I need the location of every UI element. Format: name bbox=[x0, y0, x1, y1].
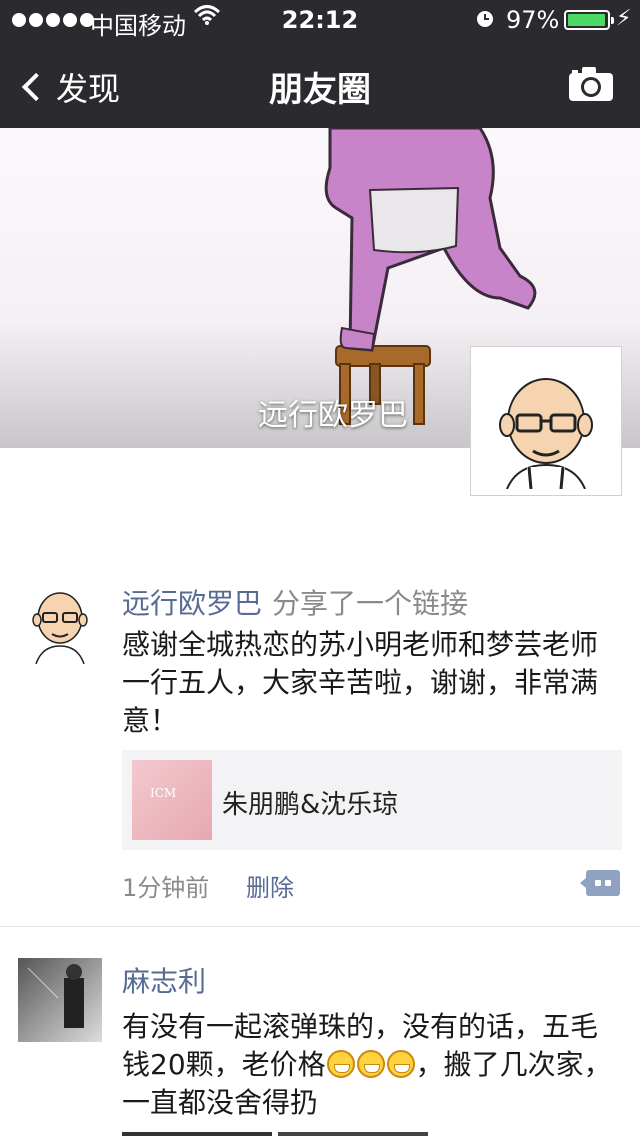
grin-emoji-icon bbox=[356, 1050, 385, 1078]
grin-emoji-icon bbox=[326, 1050, 355, 1078]
link-title: 朱朋鹏&沈乐琼 bbox=[222, 790, 399, 820]
post-nickname[interactable]: 麻志利 bbox=[122, 960, 206, 1000]
bald-man-avatar-icon bbox=[477, 353, 615, 490]
shared-link-card[interactable]: ICM 朱朋鹏&沈乐琼 bbox=[122, 750, 622, 850]
photo-avatar-icon bbox=[18, 958, 102, 1042]
nickname-text[interactable]: 远行欧罗巴 bbox=[122, 587, 262, 620]
alarm-icon bbox=[477, 11, 493, 27]
bald-man-avatar-icon bbox=[18, 580, 102, 664]
post-time: 1分钟前 bbox=[122, 874, 210, 902]
post-photo[interactable] bbox=[122, 1132, 272, 1136]
status-bar: 中国移动 22:12 97% ⚡ bbox=[0, 0, 640, 40]
my-avatar[interactable] bbox=[470, 346, 622, 496]
post-avatar[interactable] bbox=[18, 958, 102, 1042]
link-thumbnail-text: ICM bbox=[150, 786, 177, 800]
charging-bolt-icon: ⚡ bbox=[616, 6, 632, 31]
post-photo[interactable] bbox=[278, 1132, 428, 1136]
post-nickname[interactable]: 远行欧罗巴 分享了一个链接 bbox=[122, 582, 468, 622]
nav-bar: 发现 朋友圈 bbox=[0, 40, 640, 128]
post-text: 有没有一起滚弹珠的，没有的话，五毛钱20颗，老价格 ，搬了几次家，一直都没舍得扔 bbox=[122, 1008, 612, 1122]
comment-menu-icon[interactable] bbox=[580, 870, 620, 896]
top-bar: 中国移动 22:12 97% ⚡ 发现 朋友圈 bbox=[0, 0, 640, 128]
post-text: 感谢全城热恋的苏小明老师和梦芸老师一行五人，大家辛苦啦，谢谢，非常满意！ bbox=[122, 628, 599, 737]
post-avatar[interactable] bbox=[18, 580, 102, 664]
post-action-text: 分享了一个链接 bbox=[272, 587, 469, 620]
grin-emoji-icon bbox=[386, 1050, 415, 1078]
battery-percent: 97% bbox=[506, 6, 560, 34]
page-title: 朋友圈 bbox=[269, 70, 371, 110]
nickname-text[interactable]: 麻志利 bbox=[122, 965, 206, 998]
delete-button[interactable]: 删除 bbox=[246, 868, 294, 903]
link-thumbnail: ICM bbox=[132, 760, 212, 840]
battery-icon bbox=[564, 10, 614, 30]
camera-icon[interactable] bbox=[568, 66, 614, 102]
post-divider bbox=[0, 926, 640, 927]
cover-owner-name: 远行欧罗巴 bbox=[258, 398, 408, 433]
